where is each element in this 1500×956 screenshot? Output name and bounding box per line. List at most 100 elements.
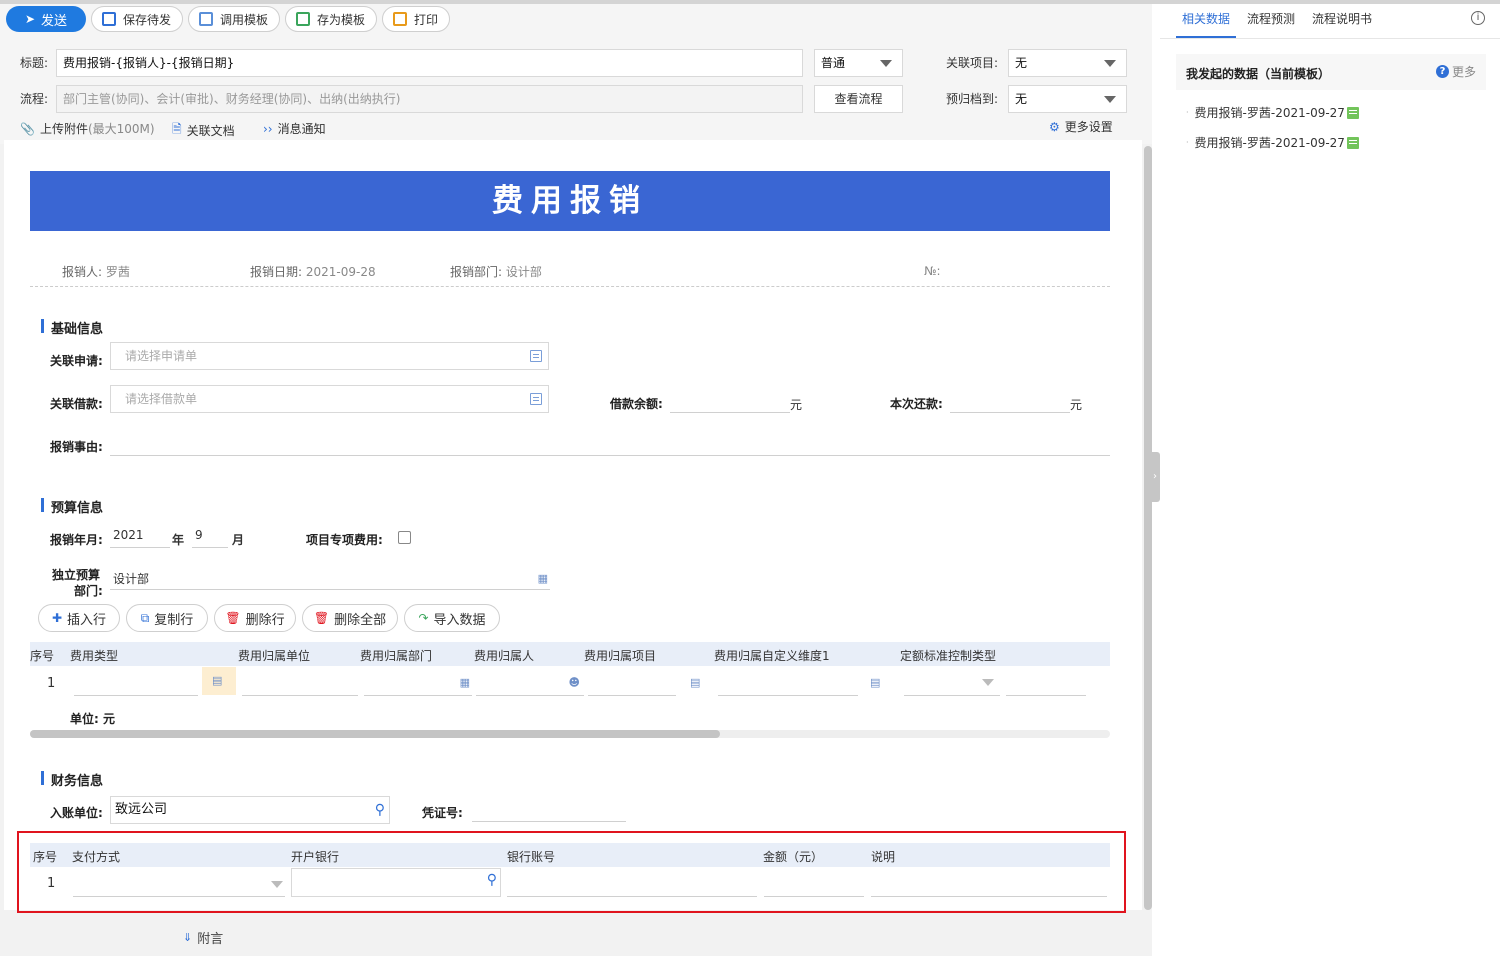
info-icon[interactable]: i (1471, 11, 1485, 25)
save-template-button[interactable]: 存为模板 (285, 6, 377, 32)
save-draft-button[interactable]: 保存待发 (91, 6, 183, 32)
send-button[interactable]: ➤ 发送 (6, 6, 86, 32)
org-icon[interactable]: ▦ (538, 572, 548, 585)
import-icon: ↷ (418, 611, 429, 625)
basic-info-title: 基础信息 (41, 318, 103, 337)
gear-icon: ⚙ (1049, 119, 1060, 134)
project-cell[interactable] (588, 670, 676, 696)
more-settings-link[interactable]: ⚙ 更多设置 (1049, 118, 1113, 135)
loan-balance-field[interactable] (670, 393, 790, 413)
col-header: 定额标准控制类型 (900, 649, 997, 663)
save-icon (102, 12, 116, 26)
tab-flow-manual[interactable]: 流程说明书 (1312, 10, 1372, 27)
paperclip-icon: 📎 (20, 121, 35, 136)
apply-template-button[interactable]: 调用模板 (188, 6, 280, 32)
unit-label: 单位: 元 (70, 712, 115, 726)
list-icon[interactable] (530, 393, 542, 405)
date-meta: 报销日期: 2021-09-28 (250, 265, 376, 279)
related-item[interactable]: · 费用报销-罗茜-2021-09-27 (1186, 134, 1359, 151)
section-title: 我发起的数据（当前模板） (1186, 67, 1331, 81)
archive-label: 预归档到: (946, 92, 999, 106)
month-field[interactable]: 9 (192, 528, 228, 548)
col-header: 费用归属单位 (238, 649, 311, 663)
horizontal-scroll-thumb[interactable] (30, 730, 720, 738)
fee-type-cell[interactable] (74, 670, 198, 696)
project-fee-checkbox[interactable] (398, 531, 411, 544)
trash-icon: 🗑 (313, 611, 330, 625)
extra-cell[interactable] (1006, 670, 1086, 696)
dept-meta: 报销部门: 设计部 (450, 265, 542, 279)
applicant-meta: 报销人: 罗茜 (62, 265, 130, 279)
copy-row-button[interactable]: ⧉ 复制行 (126, 604, 208, 632)
org-icon[interactable]: ▦ (460, 676, 470, 689)
related-item[interactable]: · 费用报销-罗茜-2021-09-27 (1186, 104, 1359, 121)
chart-icon[interactable]: ▤ (690, 676, 700, 689)
quota-type-select[interactable] (904, 670, 1000, 696)
tab-flow-forecast[interactable]: 流程预测 (1247, 10, 1295, 27)
chart-icon: ▤ (212, 674, 223, 687)
related-project-select[interactable]: 无 (1008, 49, 1127, 77)
person-cell[interactable]: ☻ (476, 670, 584, 696)
reason-field[interactable] (110, 436, 1110, 456)
list-icon[interactable] (530, 350, 542, 362)
related-loan-input[interactable]: 请选择借款单 (110, 385, 549, 413)
row-number: 1 (47, 676, 56, 691)
search-icon[interactable]: ⚲ (375, 797, 385, 823)
related-apply-input[interactable]: 请选择申请单 (110, 342, 549, 370)
yuan-unit: 元 (790, 398, 803, 412)
yuan-unit: 元 (1070, 398, 1083, 412)
ym-label: 报销年月: (50, 533, 103, 547)
fee-type-picker[interactable]: ▤ (202, 667, 236, 695)
user-icon[interactable]: ☻ (569, 676, 580, 689)
month-unit: 月 (232, 533, 245, 547)
trash-icon: 🗑 (225, 611, 241, 625)
vertical-scrollbar[interactable] (1144, 146, 1152, 910)
notify-link[interactable]: ›› 消息通知 (263, 120, 326, 137)
custom-dim-cell[interactable] (718, 670, 858, 696)
send-icon: ➤ (24, 12, 36, 26)
title-label: 标题: (20, 56, 49, 70)
delete-all-button[interactable]: 🗑 删除全部 (302, 604, 398, 632)
collapse-panel-handle[interactable]: › (1150, 452, 1160, 502)
print-button[interactable]: 打印 (382, 6, 450, 32)
document-icon (1346, 136, 1359, 149)
chevron-down-icon (1104, 96, 1116, 103)
col-header: 费用归属部门 (360, 649, 433, 663)
chevron-down-icon (880, 60, 892, 67)
title-input[interactable]: 费用报销-{报销人}-{报销日期} (56, 49, 803, 77)
project-fee-label: 项目专项费用: (306, 533, 383, 547)
highlight-box (17, 831, 1126, 913)
document-icon: 🗎 (172, 122, 182, 136)
delete-row-button[interactable]: 🗑 删除行 (214, 604, 296, 632)
plus-icon: ✚ (51, 611, 63, 625)
repay-field[interactable] (950, 393, 1070, 413)
finance-info-title: 财务信息 (41, 770, 103, 789)
archive-select[interactable]: 无 (1008, 85, 1127, 113)
import-data-button[interactable]: ↷ 导入数据 (404, 604, 500, 632)
attachment-note-toggle[interactable]: ⇓ 附言 (183, 928, 223, 947)
more-link[interactable]: ? 更多 (1435, 63, 1476, 80)
budget-dept-label-2: 部门: (74, 584, 103, 598)
unit-cell[interactable] (242, 670, 358, 696)
year-field[interactable]: 2021 (110, 528, 170, 548)
bullet-icon: · (1186, 138, 1189, 147)
chart-icon[interactable]: ▤ (870, 676, 880, 689)
document-icon (1346, 106, 1359, 119)
col-header: 费用归属人 (474, 649, 535, 663)
help-icon: ? (1435, 65, 1449, 78)
priority-select[interactable]: 普通 (814, 49, 903, 77)
flow-input[interactable]: 部门主管(协同)、会计(审批)、财务经理(协同)、出纳(出纳执行) (56, 85, 803, 113)
entry-unit-input[interactable]: 致远公司 ⚲ (110, 796, 390, 824)
number-meta: №: (924, 264, 941, 278)
signal-icon: ›› (263, 121, 273, 136)
dept-cell[interactable]: ▦ (364, 670, 472, 696)
voucher-field[interactable] (472, 802, 626, 822)
budget-dept-field[interactable]: 设计部 ▦ (110, 570, 550, 590)
col-header: 费用归属自定义维度1 (714, 649, 830, 663)
upload-attachment-link[interactable]: 📎 上传附件 (最大100M) (20, 120, 155, 137)
tab-related-data[interactable]: 相关数据 (1182, 10, 1230, 27)
insert-row-button[interactable]: ✚ 插入行 (38, 604, 120, 632)
view-flow-button[interactable]: 查看流程 (814, 85, 903, 113)
related-doc-link[interactable]: 🗎 关联文档 (172, 120, 235, 141)
save-template-icon (296, 12, 310, 26)
